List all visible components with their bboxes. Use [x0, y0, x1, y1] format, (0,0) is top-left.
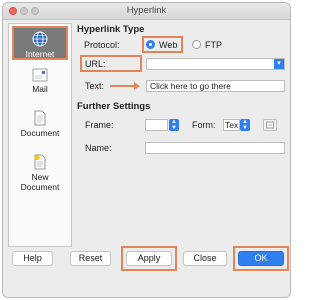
protocol-web-label: Web [159, 40, 178, 50]
url-input[interactable]: ▾ [146, 58, 285, 70]
protocol-label: Protocol: [84, 40, 120, 50]
protocol-web-radio[interactable] [146, 40, 155, 49]
events-icon [266, 121, 274, 129]
sidebar-item-internet[interactable]: Internet [12, 26, 68, 60]
globe-icon [32, 31, 48, 47]
document-icon [34, 110, 46, 126]
pointer-arrow-line [110, 85, 136, 87]
text-input[interactable]: Click here to go there [146, 80, 285, 92]
further-settings-heading: Further Settings [77, 101, 151, 112]
sidebar-item-label: Document [20, 128, 60, 138]
url-label: URL: [85, 59, 106, 69]
title-bar: Hyperlink [3, 3, 290, 20]
sidebar-item-document[interactable]: Document [12, 110, 68, 142]
ok-button[interactable]: OK [238, 251, 284, 266]
frame-stepper[interactable]: ▲ ▼ [169, 119, 179, 131]
hyperlink-type-sidebar: Internet Mail Document New Document [8, 23, 72, 247]
apply-button[interactable]: Apply [126, 251, 172, 266]
form-stepper[interactable]: ▲ ▼ [240, 119, 250, 131]
form-label: Form: [192, 120, 216, 130]
sidebar-item-label: New Document [20, 172, 60, 192]
sidebar-item-mail[interactable]: Mail [12, 68, 68, 100]
protocol-ftp-label: FTP [205, 40, 222, 50]
form-combo[interactable]: Tex [223, 119, 240, 131]
protocol-ftp-radio[interactable] [192, 40, 201, 49]
hyperlink-type-heading: Hyperlink Type [77, 24, 145, 35]
hyperlink-dialog: Hyperlink Internet Mail Document New Doc… [2, 2, 291, 298]
sidebar-item-label: Internet [25, 49, 55, 59]
events-button[interactable] [263, 119, 277, 131]
chevron-down-icon[interactable]: ▾ [274, 59, 284, 69]
close-button[interactable]: Close [183, 251, 227, 266]
help-button[interactable]: Help [12, 251, 53, 266]
pointer-arrow-icon [134, 82, 140, 90]
name-label: Name: [85, 143, 112, 153]
sidebar-item-label: Mail [32, 84, 48, 94]
window-title: Hyperlink [126, 5, 167, 16]
frame-combo[interactable] [145, 119, 168, 131]
text-label: Text: [85, 81, 105, 91]
envelope-icon [32, 68, 48, 82]
new-document-icon [34, 154, 46, 170]
sidebar-item-new-document[interactable]: New Document [12, 154, 68, 196]
frame-label: Frame: [85, 120, 114, 130]
reset-button[interactable]: Reset [70, 251, 111, 266]
name-input[interactable] [145, 142, 285, 154]
